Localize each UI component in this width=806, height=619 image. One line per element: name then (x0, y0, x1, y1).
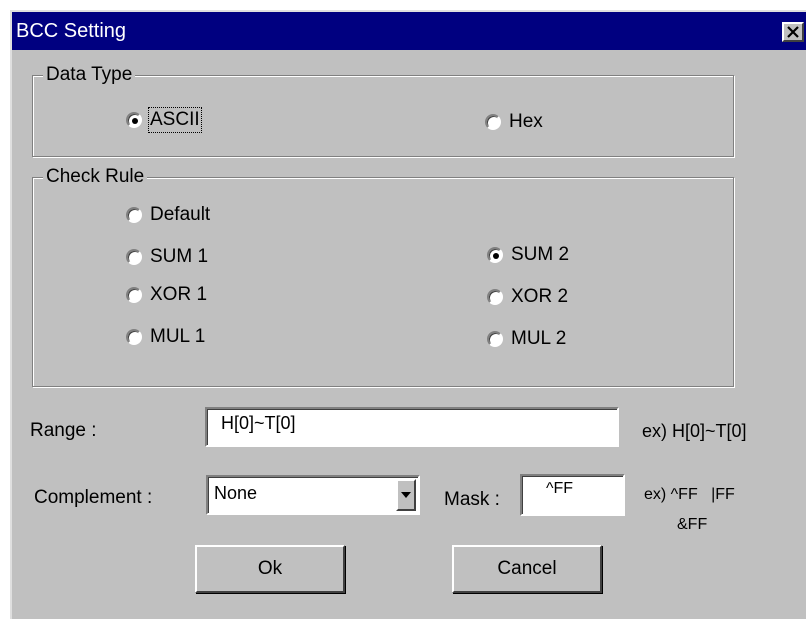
mask-input[interactable]: ^FF (520, 474, 625, 516)
radio-ascii[interactable]: ASCII (126, 107, 202, 133)
radio-sum2[interactable]: SUM 2 (487, 244, 569, 266)
range-input-value: H[0]~T[0] (221, 413, 296, 433)
cancel-button-label: Cancel (497, 558, 557, 579)
range-label: Range : (30, 420, 97, 441)
radio-mul2-label: MUL 2 (511, 328, 567, 349)
radio-xor1-label: XOR 1 (150, 284, 208, 305)
radio-sum2-indicator (487, 247, 503, 263)
radio-ascii-label: ASCII (148, 107, 202, 133)
range-input[interactable]: H[0]~T[0] (205, 407, 619, 447)
radio-mul2-indicator (487, 331, 503, 347)
radio-mul1[interactable]: MUL 1 (126, 326, 205, 348)
mask-label: Mask : (444, 489, 500, 510)
radio-sum1-indicator (126, 249, 142, 265)
chevron-down-icon (401, 492, 411, 498)
cancel-button[interactable]: Cancel (452, 545, 602, 593)
data-type-group-label: Data Type (43, 64, 136, 86)
radio-xor1-indicator (126, 287, 142, 303)
ok-button-label: Ok (257, 558, 283, 579)
radio-xor2-indicator (487, 289, 503, 305)
complement-selected-value: None (214, 483, 258, 503)
mask-example-line2: &FF (677, 516, 708, 533)
range-example: ex) H[0]~T[0] (642, 421, 747, 441)
close-icon (787, 26, 799, 38)
bcc-setting-dialog: BCC Setting Data Type ASCII Hex Check Ru… (10, 10, 806, 619)
radio-xor1[interactable]: XOR 1 (126, 284, 207, 306)
radio-sum2-label: SUM 2 (511, 244, 570, 265)
radio-xor2[interactable]: XOR 2 (487, 286, 568, 308)
radio-default-indicator (126, 207, 142, 223)
complement-combo[interactable]: None (206, 475, 420, 515)
radio-default[interactable]: Default (126, 204, 210, 226)
check-rule-group-label: Check Rule (43, 166, 148, 188)
radio-ascii-indicator (126, 112, 142, 128)
radio-mul1-label: MUL 1 (150, 326, 206, 347)
radio-hex[interactable]: Hex (485, 111, 543, 133)
mask-input-value: ^FF (546, 480, 574, 497)
complement-dropdown-button[interactable] (396, 479, 416, 511)
title-bar[interactable]: BCC Setting (12, 12, 806, 50)
radio-xor2-label: XOR 2 (511, 286, 569, 307)
radio-default-label: Default (150, 204, 211, 225)
radio-sum1-label: SUM 1 (150, 246, 209, 267)
mask-example-line1: ex) ^FF |FF (644, 486, 735, 503)
radio-sum1[interactable]: SUM 1 (126, 246, 208, 268)
radio-hex-indicator (485, 114, 501, 130)
radio-mul2[interactable]: MUL 2 (487, 328, 566, 350)
ok-button[interactable]: Ok (195, 545, 345, 593)
close-button[interactable] (782, 22, 804, 42)
radio-mul1-indicator (126, 329, 142, 345)
radio-hex-label: Hex (509, 111, 543, 132)
window-title: BCC Setting (16, 20, 127, 42)
complement-label: Complement : (34, 487, 153, 508)
